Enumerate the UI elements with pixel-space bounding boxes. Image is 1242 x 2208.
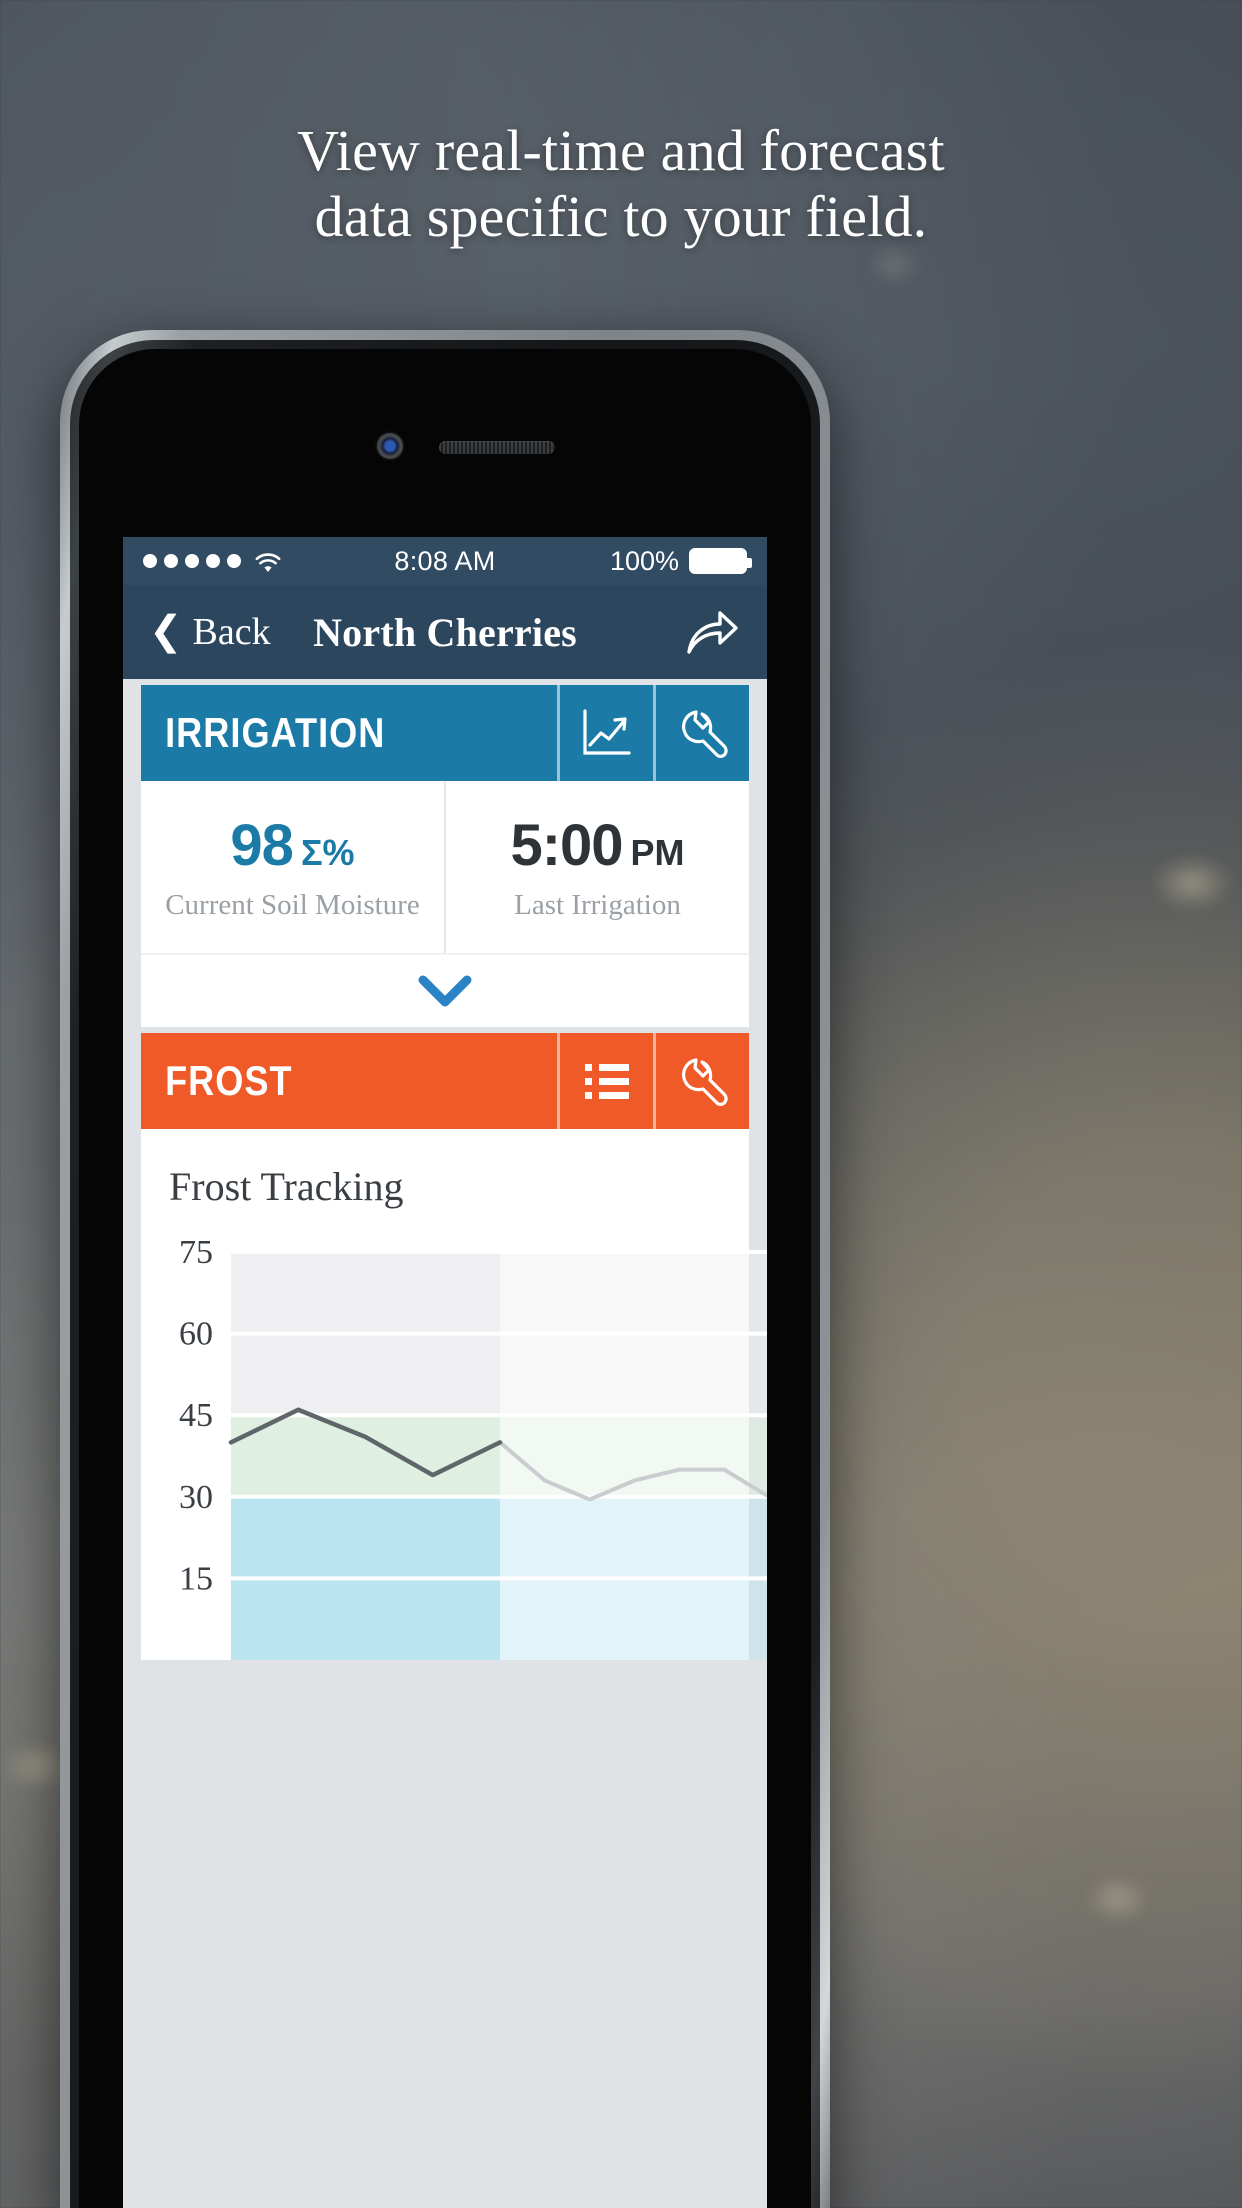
phone-inner-frame: 8:08 AM 100% ❮ Back North Cherries IRRIG… bbox=[70, 340, 820, 2208]
stat-label: Last Irrigation bbox=[514, 889, 681, 921]
frost-card-header: FROST bbox=[141, 1033, 749, 1129]
status-bar-clock: 8:08 AM bbox=[394, 545, 496, 576]
chevron-down-icon bbox=[418, 975, 472, 1007]
promo-headline-line-1: View real-time and forecast bbox=[297, 118, 945, 183]
irrigation-card-title: IRRIGATION bbox=[165, 709, 386, 756]
stat-unit: PM bbox=[630, 832, 685, 873]
stat-value-group: 98 Σ% bbox=[230, 812, 354, 879]
status-bar: 8:08 AM 100% bbox=[123, 537, 767, 585]
phone-device-frame: 8:08 AM 100% ❮ Back North Cherries IRRIG… bbox=[60, 330, 830, 2208]
irrigation-stats-row: 98 Σ% Current Soil Moisture 5:00 PM Last… bbox=[141, 781, 749, 953]
phone-bezel: 8:08 AM 100% ❮ Back North Cherries IRRIG… bbox=[79, 349, 811, 2208]
svg-text:60: 60 bbox=[179, 1316, 213, 1353]
promo-headline-line-2: data specific to your field. bbox=[314, 184, 928, 250]
line-chart-icon[interactable] bbox=[557, 685, 653, 781]
wrench-icon[interactable] bbox=[653, 685, 749, 781]
frost-card-title: FROST bbox=[165, 1057, 293, 1104]
app-screen: 8:08 AM 100% ❮ Back North Cherries IRRIG… bbox=[123, 537, 767, 2208]
battery-full-icon bbox=[689, 548, 752, 574]
stat-label: Current Soil Moisture bbox=[165, 889, 420, 921]
chevron-left-icon: ❮ bbox=[149, 608, 183, 653]
promo-headline: View real-time and forecast data specifi… bbox=[0, 118, 1242, 250]
frost-tracking-chart: °F7560453015 bbox=[141, 1240, 767, 1660]
back-button[interactable]: ❮ Back bbox=[149, 610, 271, 654]
stat-current-soil-moisture: 98 Σ% Current Soil Moisture bbox=[141, 781, 444, 953]
svg-text:75: 75 bbox=[179, 1240, 213, 1271]
svg-text:45: 45 bbox=[179, 1397, 213, 1434]
share-arrow-icon[interactable] bbox=[683, 607, 741, 657]
front-camera-icon bbox=[377, 433, 403, 459]
stat-unit: Σ% bbox=[300, 832, 355, 873]
stat-value: 5:00 bbox=[510, 813, 623, 878]
back-button-label: Back bbox=[192, 611, 271, 653]
frost-card: FROST Frost Tracking 75 60 45 30 15 bbox=[141, 1033, 767, 1660]
wrench-icon[interactable] bbox=[653, 1033, 749, 1129]
svg-text:15: 15 bbox=[179, 1560, 213, 1597]
stat-last-irrigation: 5:00 PM Last Irrigation bbox=[444, 781, 749, 953]
frost-section-title: Frost Tracking bbox=[169, 1164, 404, 1209]
irrigation-expand-button[interactable] bbox=[141, 953, 749, 1027]
earpiece-speaker bbox=[439, 441, 555, 454]
irrigation-card-header: IRRIGATION bbox=[141, 685, 749, 781]
list-icon[interactable] bbox=[557, 1033, 653, 1129]
svg-text:30: 30 bbox=[179, 1479, 213, 1516]
irrigation-card: IRRIGATION 98 Σ% Current Soil Moisture 5… bbox=[141, 685, 749, 1027]
frost-card-body: Frost Tracking °F7560453015 bbox=[141, 1129, 767, 1660]
navigation-bar: ❮ Back North Cherries bbox=[123, 585, 767, 679]
stat-value: 98 bbox=[230, 813, 294, 878]
stat-value-group: 5:00 PM bbox=[510, 812, 684, 879]
